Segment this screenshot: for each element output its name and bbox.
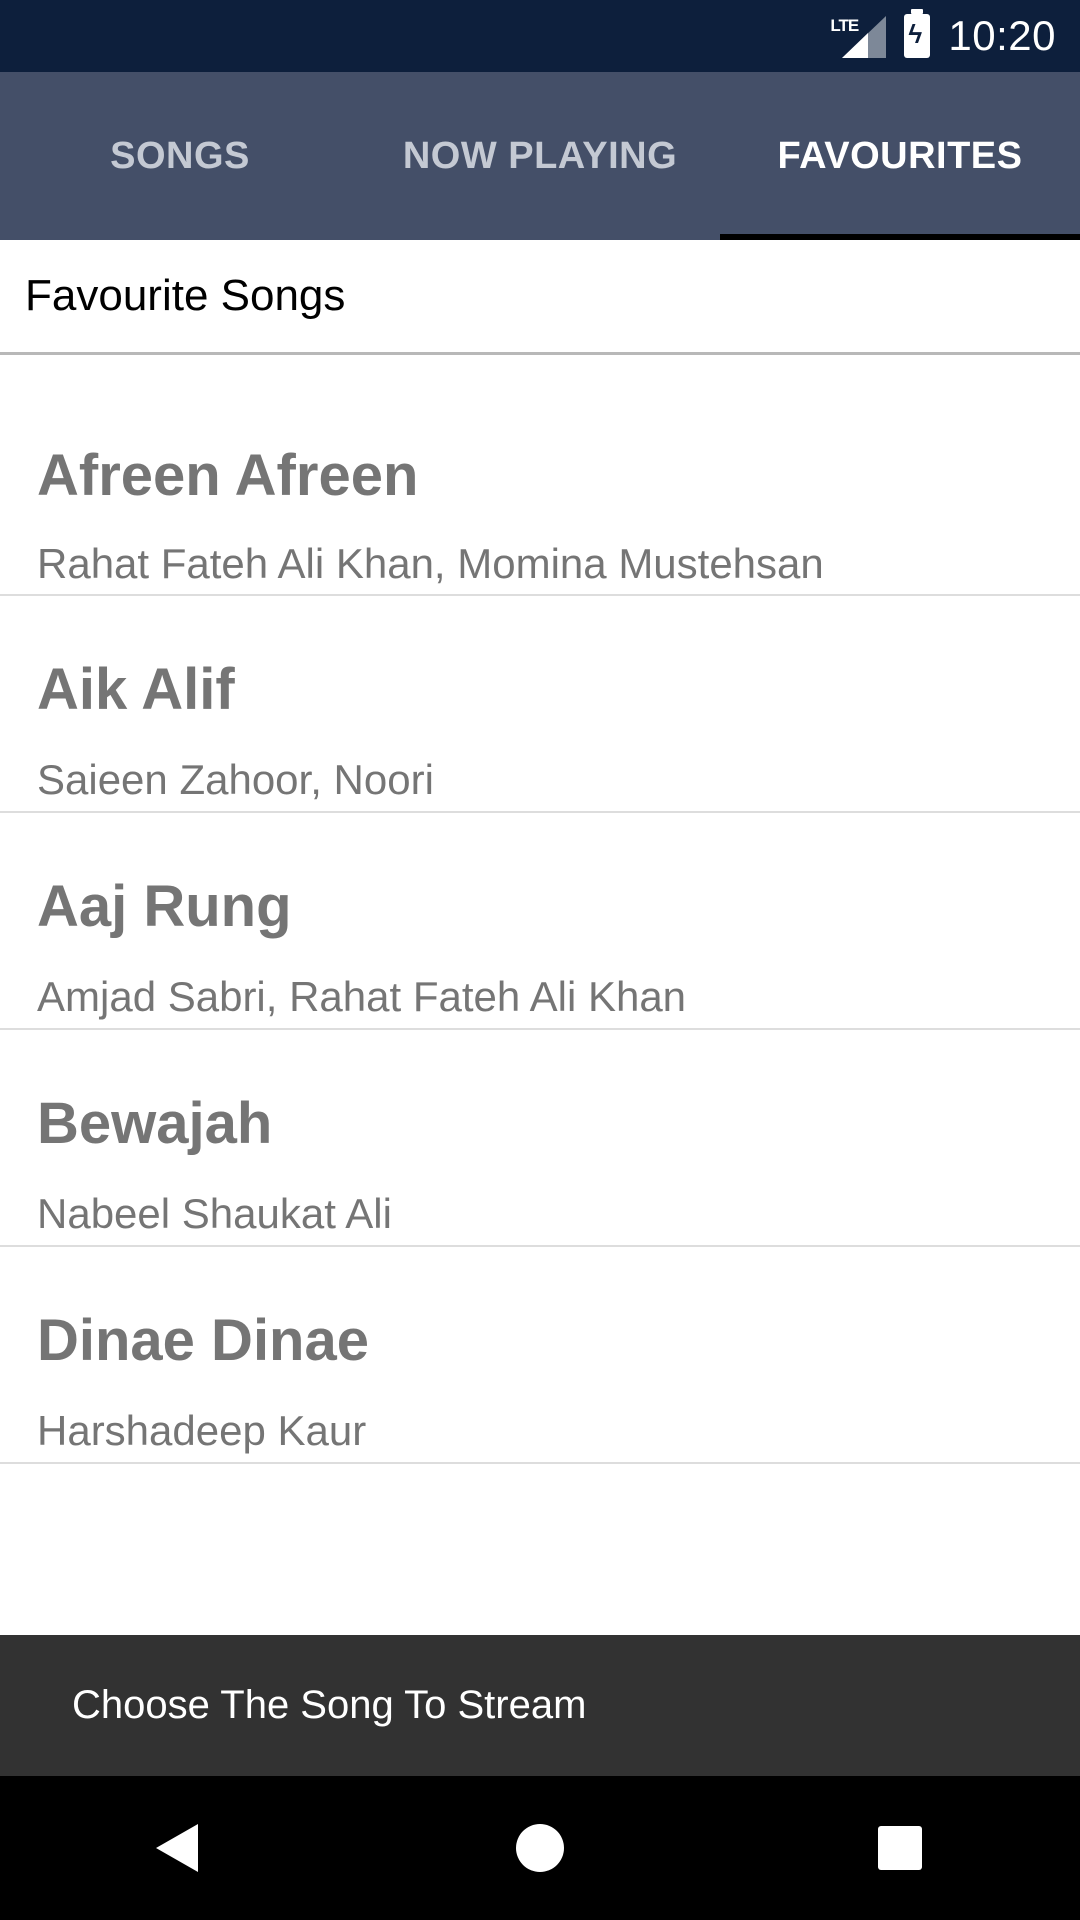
song-artist: Harshadeep Kaur (37, 1407, 367, 1454)
recents-button[interactable] (845, 1793, 955, 1903)
song-artist: Rahat Fateh Ali Khan, Momina Mustehsan (37, 540, 824, 587)
back-icon (156, 1824, 198, 1872)
song-title: Aaj Rung (37, 874, 292, 939)
tab-now-playing[interactable]: NOW PLAYING (360, 72, 720, 240)
list-item[interactable]: Afreen Afreen Rahat Fateh Ali Khan, Momi… (0, 380, 1080, 596)
navigation-bar (0, 1776, 1080, 1920)
tab-label: SONGS (110, 134, 250, 177)
list-item[interactable]: Aaj Rung Amjad Sabri, Rahat Fateh Ali Kh… (0, 813, 1080, 1030)
song-title: Bewajah (37, 1091, 273, 1156)
page-title: Favourite Songs (0, 240, 1080, 355)
list-item[interactable]: Aik Alif Saieen Zahoor, Noori (0, 596, 1080, 813)
battery-charging-icon: ϟ (904, 9, 931, 58)
list-item[interactable]: Bewajah Nabeel Shaukat Ali (0, 1030, 1080, 1247)
song-title: Afreen Afreen (37, 443, 419, 508)
tab-label: FAVOURITES (777, 134, 1023, 177)
status-bar: LTE ϟ 10:20 (0, 0, 1080, 72)
tab-bar: SONGS NOW PLAYING FAVOURITES (0, 72, 1080, 240)
recents-icon (878, 1826, 922, 1870)
tab-label: NOW PLAYING (402, 134, 678, 177)
song-artist: Nabeel Shaukat Ali (37, 1190, 392, 1237)
song-title: Dinae Dinae (37, 1308, 369, 1373)
favourite-songs-list: Afreen Afreen Rahat Fateh Ali Khan, Momi… (0, 380, 1080, 1464)
tab-favourites[interactable]: FAVOURITES (720, 72, 1080, 240)
snackbar-message: Choose The Song To Stream (0, 1635, 1080, 1776)
song-artist: Saieen Zahoor, Noori (37, 756, 434, 803)
list-item[interactable]: Dinae Dinae Harshadeep Kaur (0, 1247, 1080, 1464)
tab-songs[interactable]: SONGS (0, 72, 360, 240)
song-artist: Amjad Sabri, Rahat Fateh Ali Khan (37, 973, 687, 1020)
home-icon (516, 1824, 564, 1872)
back-button[interactable] (125, 1793, 235, 1903)
status-time: 10:20 (948, 12, 1056, 59)
home-button[interactable] (485, 1793, 595, 1903)
lte-signal-icon: LTE (830, 14, 887, 58)
song-title: Aik Alif (37, 657, 235, 722)
